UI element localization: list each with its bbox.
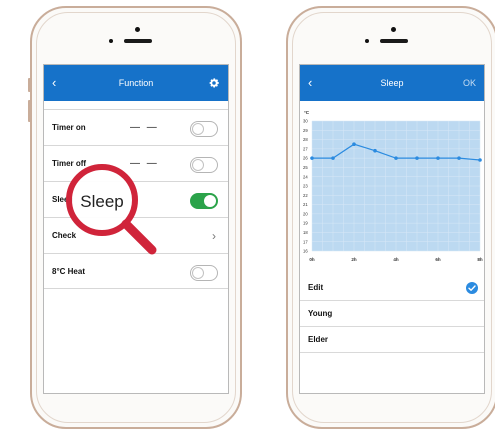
toggle-knob [192,159,204,171]
toggle-knob [192,123,204,135]
camera-dot [135,27,140,32]
toggle-knob [192,267,204,279]
page-title: Function [118,78,154,88]
data-point [373,148,377,153]
nav-bar: ‹ Sleep OK [300,65,484,101]
gear-icon[interactable] [208,77,220,89]
sleep-curve-svg[interactable]: °C 30 29 28 27 26 25 24 23 22 21 20 19 18 17 160h 2h 4h 6h… [300,101,485,275]
ok-button[interactable]: OK [463,65,476,101]
y-tick-label: 28 [303,137,308,142]
y-tick-label: 22 [303,193,308,198]
y-tick-label: 18 [303,230,308,235]
y-tick-label: 23 [303,184,308,189]
option-elder[interactable]: Elder [300,327,484,353]
chevron-right-icon: › [212,229,216,243]
magnifier-icon: Sleep [66,164,157,255]
sensor-dot [109,39,113,43]
data-point [478,158,482,162]
toggle-knob [204,195,216,207]
y-tick-label: 29 [303,128,308,133]
option-label: Edit [308,283,324,292]
page-title: Sleep [380,78,404,88]
right-phone: ‹ Sleep OK °C 30 29 28 27 26 25 24 23 22 21 20 19 18 1… [286,6,495,429]
side-button [28,78,31,92]
option-edit[interactable]: Edit [300,275,484,301]
y-tick-label: 19 [303,221,308,226]
x-tick-label: 2h [351,257,357,262]
y-tick-label: 16 [303,249,308,254]
magnifier-label: Sleep [80,192,123,211]
row-value: — — [130,122,159,133]
timer-on-toggle[interactable] [190,121,218,137]
option-young[interactable]: Young [300,301,484,327]
data-point [415,156,419,160]
y-tick-label: 20 [303,211,308,216]
option-label: Elder [308,335,329,344]
timer-off-toggle[interactable] [190,157,218,173]
heat-toggle[interactable] [190,265,218,281]
row-timer-on[interactable]: Timer on — — [44,109,228,145]
sleep-curve-chart: °C 30 29 28 27 26 25 24 23 22 21 20 19 18 17 16 0h 2h 4h 6h… [300,101,485,275]
y-tick-label: 26 [303,156,308,161]
camera-dot [391,27,396,32]
data-point [436,156,440,160]
y-tick-label: 25 [303,165,308,170]
checkmark-icon [466,282,478,294]
sensor-dot [365,39,369,43]
y-axis-unit: °C [304,110,310,115]
y-tick-label: 30 [303,119,308,124]
sleep-mode-list: Edit Young Elder [300,275,484,353]
y-tick-label: 21 [303,202,308,207]
speaker-grille [124,39,152,43]
speaker-grille [380,39,408,43]
x-tick-label: 8h [477,257,483,262]
nav-bar: ‹ Function [44,65,228,101]
y-tick-label: 27 [303,146,308,151]
y-tick-label: 24 [303,174,308,179]
side-button [28,100,31,122]
sleep-toggle[interactable] [190,193,218,209]
data-point [457,156,461,160]
screen: ‹ Sleep OK °C 30 29 28 27 26 25 24 23 22 21 20 19 18 1… [299,64,485,394]
data-point [331,156,335,160]
y-tick-label: 17 [303,239,308,244]
x-tick-label: 6h [435,257,441,262]
data-point [394,156,398,160]
x-tick-label: 0h [309,257,315,262]
row-label: Timer on [52,123,86,132]
x-tick-label: 4h [393,257,399,262]
data-point [310,156,314,160]
data-point [352,142,356,147]
option-label: Young [308,309,333,318]
